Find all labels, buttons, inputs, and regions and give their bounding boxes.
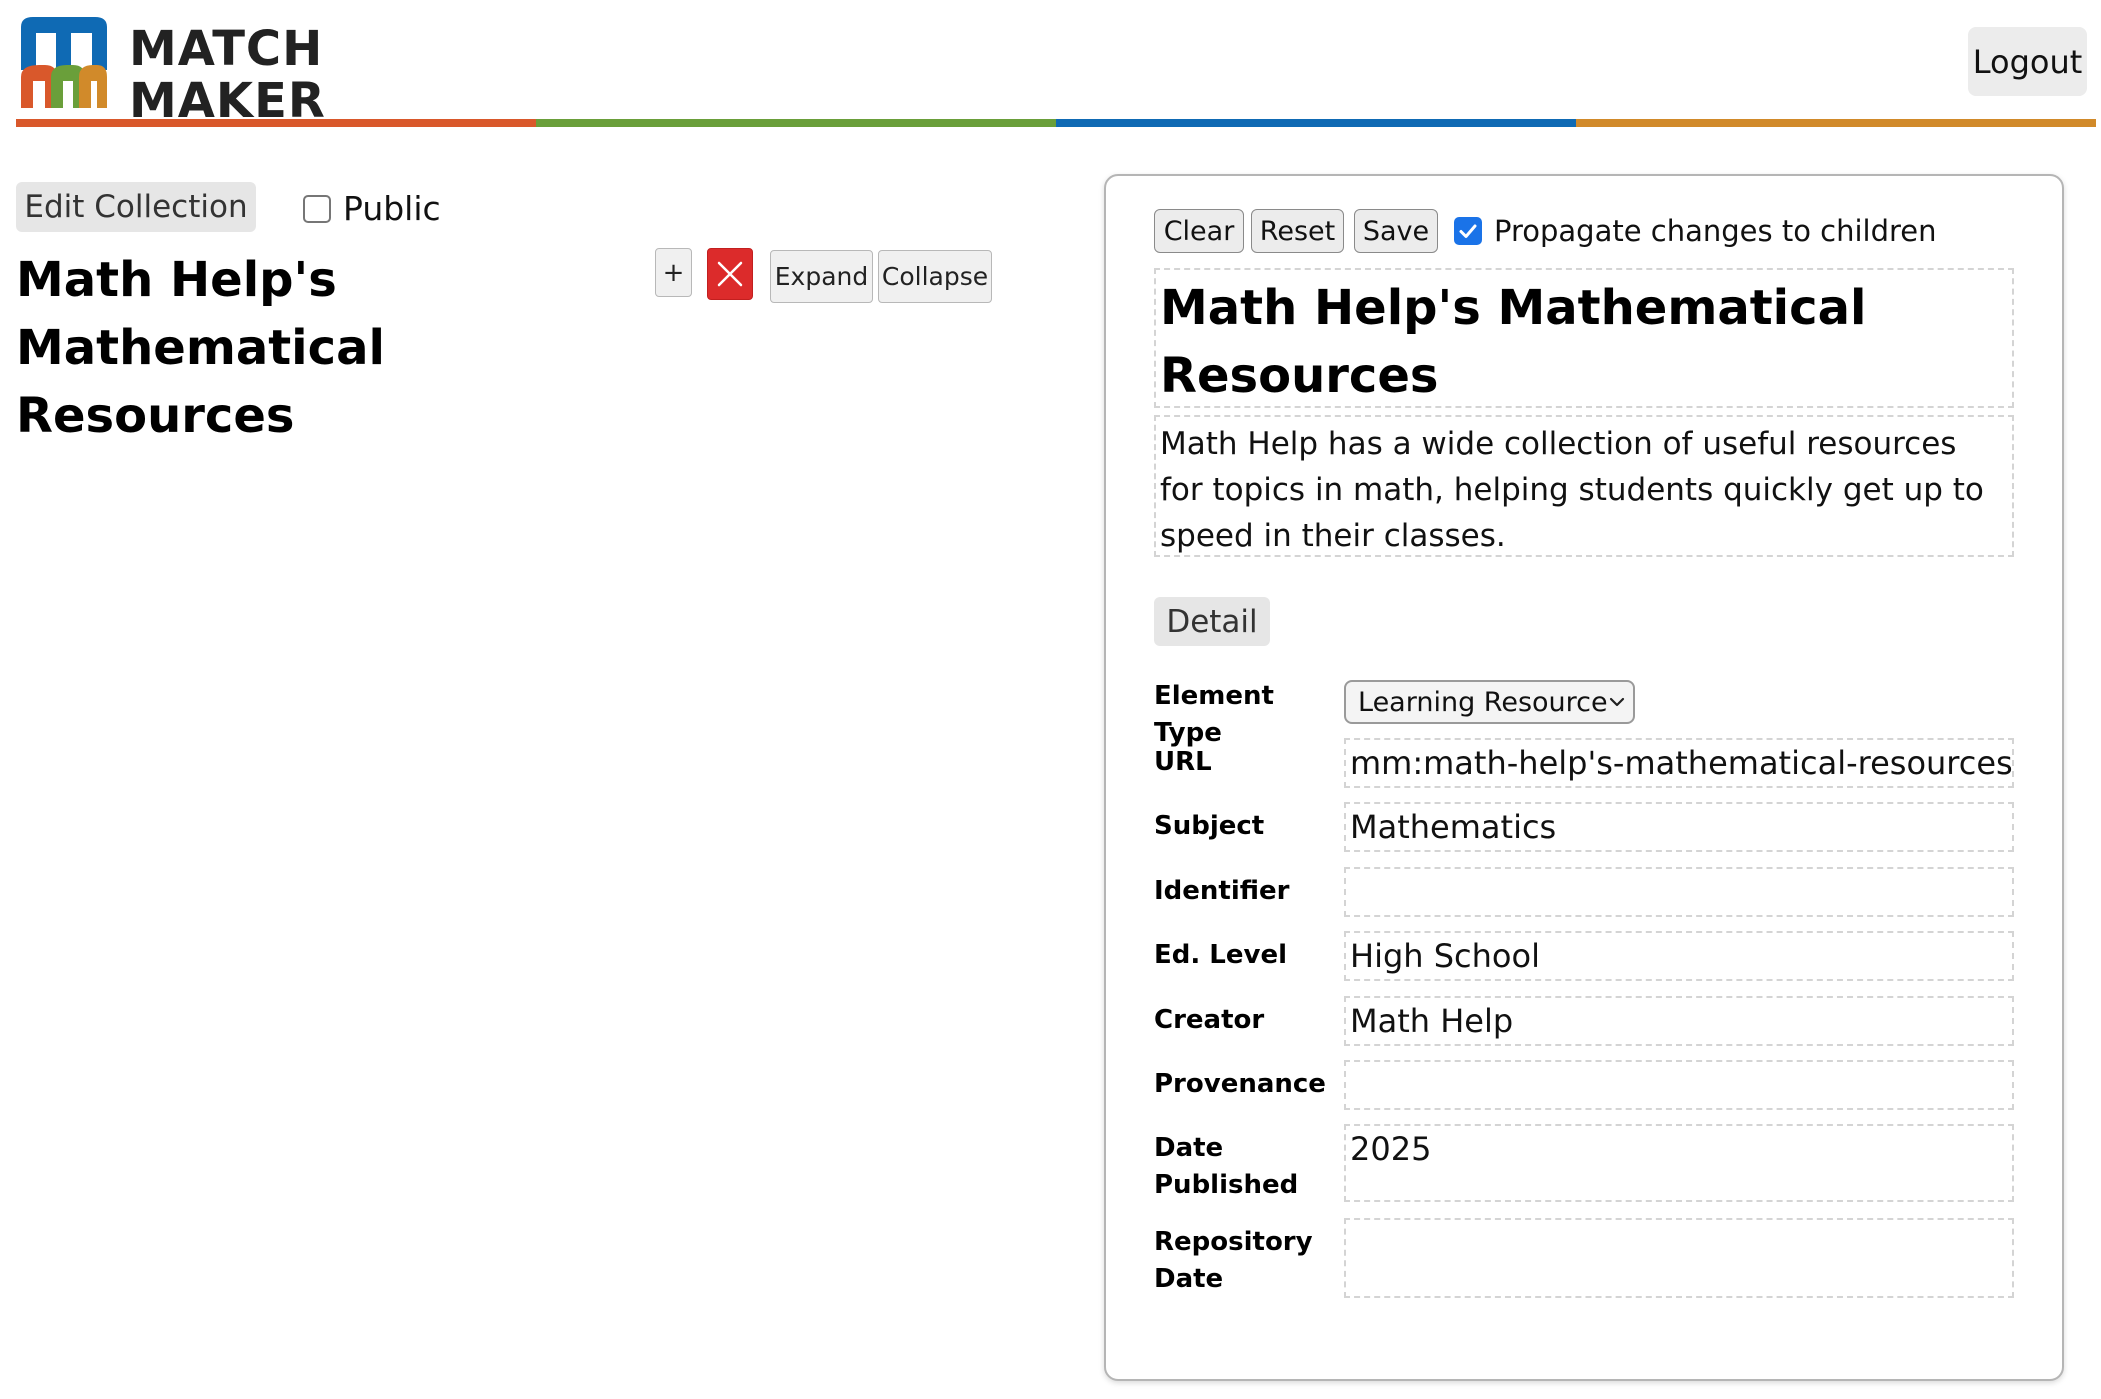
ed-level-label: Ed. Level <box>1154 940 1287 970</box>
edit-collection-button[interactable]: Edit Collection <box>16 182 256 232</box>
element-type-value: Learning Resource <box>1358 686 1608 718</box>
color-bar-segment-blue <box>1056 119 1576 127</box>
checkmark-icon <box>1459 224 1477 238</box>
public-toggle[interactable]: Public <box>303 189 441 228</box>
delete-button[interactable] <box>707 248 753 300</box>
ed-level-field[interactable]: High School <box>1344 931 2014 981</box>
clear-button[interactable]: Clear <box>1154 209 1244 253</box>
creator-field[interactable]: Math Help <box>1344 996 2014 1046</box>
save-button[interactable]: Save <box>1354 209 1438 253</box>
logo-line-1: Match <box>129 21 324 77</box>
creator-label: Creator <box>1154 1005 1265 1035</box>
detail-section-heading: Detail <box>1154 597 1270 646</box>
propagate-checkbox[interactable] <box>1454 217 1482 245</box>
subject-label: Subject <box>1154 811 1265 841</box>
expand-button[interactable]: Expand <box>770 250 873 303</box>
logo-wordmark: Match Maker <box>129 23 326 127</box>
title-field[interactable]: Math Help's Mathematical Resources <box>1154 268 2014 408</box>
element-type-label: Element Type <box>1154 681 1274 748</box>
element-type-select[interactable]: Learning Resource <box>1344 680 1635 724</box>
header-color-bar <box>16 119 2096 127</box>
provenance-label: Provenance <box>1154 1069 1326 1099</box>
repository-date-label: Repository Date <box>1154 1227 1313 1294</box>
url-field[interactable]: mm:math-help's-mathematical-resources <box>1344 738 2014 788</box>
public-checkbox[interactable] <box>303 194 331 223</box>
date-published-field[interactable]: 2025 <box>1344 1124 2014 1202</box>
logo-mark-icon <box>21 17 107 108</box>
logout-button[interactable]: Logout <box>1968 27 2087 96</box>
color-bar-segment-orange <box>16 119 536 127</box>
repository-date-field[interactable] <box>1344 1218 2014 1298</box>
reset-button[interactable]: Reset <box>1251 209 1344 253</box>
chevron-down-icon <box>1608 696 1626 708</box>
public-label: Public <box>343 189 441 228</box>
color-bar-segment-green <box>536 119 1056 127</box>
identifier-label: Identifier <box>1154 876 1290 906</box>
identifier-field[interactable] <box>1344 867 2014 917</box>
color-bar-segment-gold <box>1576 119 2096 127</box>
provenance-field[interactable] <box>1344 1060 2014 1110</box>
url-label: URL <box>1154 747 1212 777</box>
subject-field[interactable]: Mathematics <box>1344 802 2014 852</box>
collapse-button[interactable]: Collapse <box>878 250 992 303</box>
match-maker-logo: Match Maker <box>17 15 337 127</box>
description-field[interactable]: Math Help has a wide collection of usefu… <box>1154 415 2014 557</box>
date-published-label: Date Published <box>1154 1133 1299 1200</box>
propagate-toggle[interactable]: Propagate changes to children <box>1454 214 1937 248</box>
collection-tree-root-title[interactable]: Math Help's Mathematical Resources <box>16 246 626 450</box>
propagate-label: Propagate changes to children <box>1494 214 1937 248</box>
add-child-button[interactable]: + <box>655 248 692 297</box>
close-icon <box>717 261 743 287</box>
